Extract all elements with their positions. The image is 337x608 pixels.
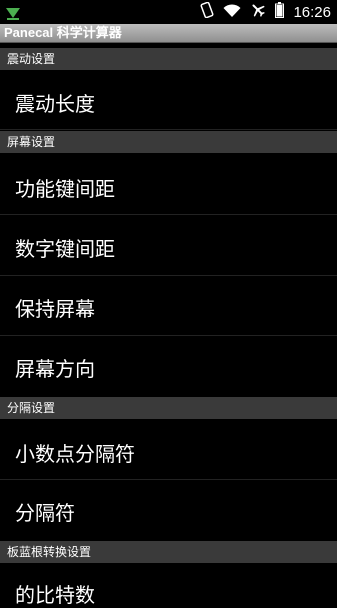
pref-label: 分隔符: [15, 501, 75, 525]
app-title-bar: Panecal 科学计算器: [0, 24, 337, 43]
pref-label: 保持屏幕: [15, 297, 95, 321]
status-time: 16:26: [293, 3, 331, 21]
pref-label: 的比特数: [15, 583, 95, 607]
pref-item-keep-screen-on[interactable]: 保持屏幕: [0, 276, 337, 336]
status-bar: 16:26: [0, 0, 337, 24]
section-header-vibration: 震动设置: [0, 48, 337, 70]
airplane-icon: [250, 2, 266, 22]
download-notification-icon: [6, 5, 20, 24]
vibrate-icon: [200, 1, 214, 22]
pref-label: 数字键间距: [15, 237, 115, 261]
battery-icon: [275, 2, 285, 22]
pref-item-number-key-spacing[interactable]: 数字键间距: [0, 215, 337, 276]
section-header-base-conversion: 板蓝根转换设置: [0, 541, 337, 563]
app-title: Panecal 科学计算器: [4, 25, 122, 40]
pref-item-screen-orientation[interactable]: 屏幕方向: [0, 336, 337, 397]
section-header-screen: 屏幕设置: [0, 131, 337, 153]
pref-item-function-key-spacing[interactable]: 功能键间距: [0, 153, 337, 215]
pref-item-vibration-length[interactable]: 震动长度: [0, 70, 337, 130]
pref-label: 小数点分隔符: [15, 442, 135, 466]
wifi-icon: [223, 3, 241, 22]
section-header-separator: 分隔设置: [0, 397, 337, 419]
pref-label: 屏幕方向: [15, 357, 95, 381]
pref-item-bit-count[interactable]: 的比特数: [0, 563, 337, 607]
pref-label: 震动长度: [15, 92, 95, 116]
pref-label: 功能键间距: [15, 177, 115, 201]
pref-item-grouping-separator[interactable]: 分隔符: [0, 480, 337, 541]
pref-item-decimal-separator[interactable]: 小数点分隔符: [0, 419, 337, 480]
